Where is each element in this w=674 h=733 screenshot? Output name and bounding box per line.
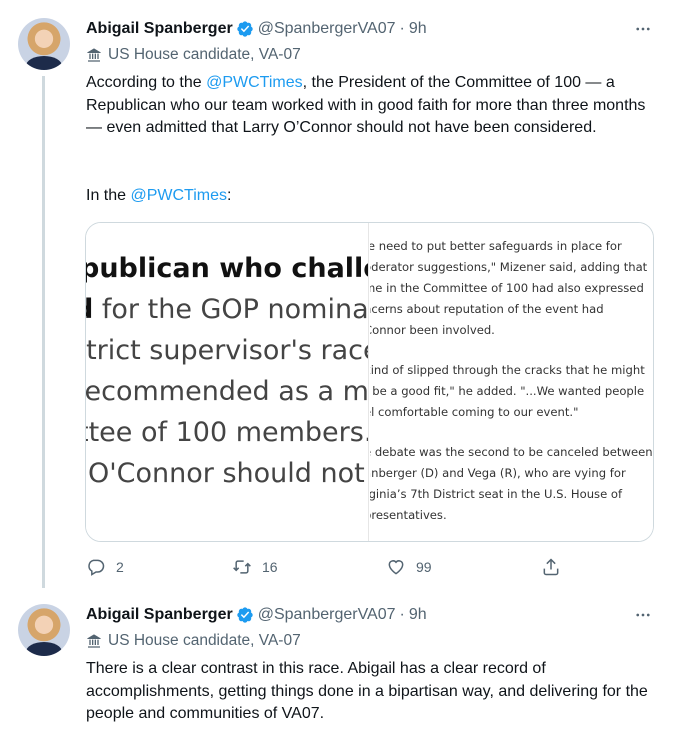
article-clipping-image-right[interactable]: /e need to put better safeguards in plac… <box>370 223 653 541</box>
account-label-text: US House candidate, VA-07 <box>108 632 301 649</box>
clipping-line: rginia’s 7th District seat in the U.S. H… <box>370 487 623 501</box>
clipping-line: t be a good fit," he added. "...We wante… <box>370 384 645 398</box>
more-options-icon[interactable] <box>632 18 654 40</box>
account-label[interactable]: US House candidate, VA-07 <box>86 45 301 65</box>
tweet-text-paragraph: In the @PWCTimes: <box>86 185 656 208</box>
clipping-line: anberger (D) and Vega (R), who are vying… <box>370 466 626 480</box>
avatar[interactable] <box>18 604 70 656</box>
more-options-icon[interactable] <box>632 604 654 626</box>
verified-badge-icon <box>237 21 253 37</box>
tweet-actions: 2 16 99 <box>86 555 566 579</box>
thread-connector-line <box>42 76 45 588</box>
clipping-line: /e need to put better safeguards in plac… <box>370 239 622 253</box>
tweet-text-segment: In the <box>86 187 131 204</box>
government-building-icon <box>87 634 101 648</box>
clipping-line: me in the Committee of 100 had also expr… <box>370 281 644 295</box>
article-clipping-image-left[interactable]: publican who challenge d for the GOP nom… <box>86 223 369 541</box>
clipping-line: ncerns about reputation of the event had <box>370 302 604 316</box>
like-icon <box>388 560 404 575</box>
retweet-button[interactable]: 16 <box>232 555 278 579</box>
clipping-line: ttee of 100 members. "In <box>86 417 369 448</box>
share-button[interactable] <box>541 555 571 579</box>
clipping-line: d for the GOP nominatio <box>86 294 369 325</box>
retweet-count: 16 <box>262 559 278 575</box>
attached-images[interactable]: publican who challenge d for the GOP nom… <box>85 222 654 542</box>
reply-icon <box>88 559 105 576</box>
timestamp[interactable]: 9h <box>409 606 427 624</box>
tweet-text-segment: : <box>227 187 232 204</box>
clipping-line: kind of slipped through the cracks that … <box>370 363 645 377</box>
reply-count: 2 <box>116 559 124 575</box>
author-handle[interactable]: @SpanbergerVA07 <box>258 606 396 624</box>
avatar[interactable] <box>18 18 70 70</box>
clipping-line: presentatives. <box>370 508 447 522</box>
author-name[interactable]: Abigail Spanberger <box>86 606 233 624</box>
clipping-line: strict supervisor's race in <box>86 335 368 366</box>
author-name[interactable]: Abigail Spanberger <box>86 20 233 38</box>
clipping-line: recommended as a moo <box>86 376 369 407</box>
verified-badge-icon <box>237 607 253 623</box>
like-count: 99 <box>416 559 432 575</box>
share-icon <box>543 558 559 576</box>
separator-dot: · <box>399 606 405 623</box>
government-building-icon <box>87 48 101 62</box>
account-label[interactable]: US House candidate, VA-07 <box>86 631 301 651</box>
timestamp[interactable]: 9h <box>409 20 427 38</box>
author-handle[interactable]: @SpanbergerVA07 <box>258 20 396 38</box>
clipping-line: Connor been involved. <box>370 323 495 337</box>
clipping-line: el comfortable coming to our event." <box>370 405 579 419</box>
like-button[interactable]: 99 <box>386 555 432 579</box>
tweet[interactable]: Abigail Spanberger @SpanbergerVA07 · 9h … <box>0 0 674 590</box>
clipping-line: O'Connor should not hav <box>88 458 368 489</box>
tweet-text-segment: According to the <box>86 74 207 91</box>
clipping-line: e debate was the second to be canceled b… <box>370 445 653 459</box>
clipping-line: oderator suggestions," Mizener said, add… <box>370 260 648 274</box>
tweet-header: Abigail Spanberger @SpanbergerVA07 · 9h <box>86 604 427 626</box>
tweet[interactable]: Abigail Spanberger @SpanbergerVA07 · 9h … <box>0 590 674 733</box>
clipping-line: publican who challenge <box>86 253 368 284</box>
tweet-text: There is a clear contrast in this race. … <box>86 660 648 722</box>
tweet-header: Abigail Spanberger @SpanbergerVA07 · 9h <box>86 18 427 40</box>
retweet-icon <box>233 560 251 574</box>
tweet-text: According to the @PWCTimes, the Presiden… <box>86 72 656 140</box>
reply-button[interactable]: 2 <box>86 555 124 579</box>
account-label-text: US House candidate, VA-07 <box>108 46 301 63</box>
mention-link[interactable]: @PWCTimes <box>130 187 227 204</box>
mention-link[interactable]: @PWCTimes <box>206 74 303 91</box>
separator-dot: · <box>399 20 405 37</box>
